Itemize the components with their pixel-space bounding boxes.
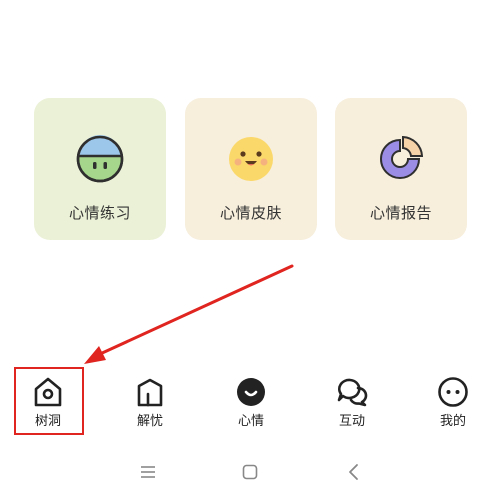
tab-interact[interactable]: 互动: [312, 370, 392, 434]
chat-bubbles-icon: [336, 376, 368, 408]
annotation-highlight-box: [14, 367, 84, 435]
tab-label: 我的: [439, 414, 466, 429]
card-label: 心情练习: [68, 204, 131, 222]
smiley-face-icon: [226, 134, 276, 184]
card-mood-skin[interactable]: 心情皮肤: [185, 98, 317, 240]
tab-relief[interactable]: 解忧: [110, 370, 190, 434]
pie-chart-icon: [376, 134, 426, 184]
door-icon: [134, 376, 166, 408]
mood-practice-face-icon: [75, 134, 125, 184]
profile-face-icon: [437, 376, 469, 408]
feature-cards: 心情练习 心情皮肤 心情报告: [0, 0, 500, 260]
card-label: 心情报告: [369, 204, 432, 222]
tab-mood[interactable]: 心情: [211, 370, 291, 434]
menu-icon[interactable]: [136, 460, 160, 484]
tab-label: 解忧: [136, 414, 163, 429]
card-mood-report[interactable]: 心情报告: [335, 98, 467, 240]
back-icon[interactable]: [342, 460, 366, 484]
tab-label: 心情: [237, 414, 264, 429]
card-label: 心情皮肤: [219, 204, 282, 222]
mood-smile-icon: [235, 376, 267, 408]
home-icon[interactable]: [238, 460, 262, 484]
system-nav-bar: [0, 448, 500, 494]
card-mood-practice[interactable]: 心情练习: [34, 98, 166, 240]
tab-mine[interactable]: 我的: [413, 370, 493, 434]
tab-label: 互动: [338, 414, 365, 429]
